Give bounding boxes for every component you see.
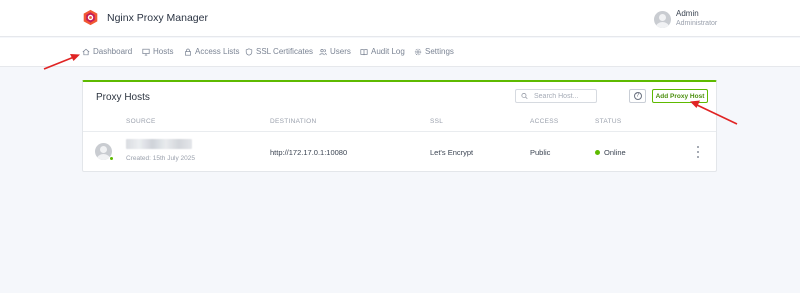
nginx-proxy-manager-logo-icon [83, 9, 98, 26]
nav-label: SSL Certificates [256, 47, 314, 56]
table-divider [83, 131, 716, 132]
nav-label: Audit Log [371, 47, 405, 56]
brand[interactable]: Nginx Proxy Manager [82, 9, 208, 26]
proxy-hosts-card: Proxy Hosts ? Add Proxy Host SOURCE DEST… [82, 80, 717, 172]
access-cell: Public [530, 148, 551, 157]
nav-access-lists[interactable]: Access Lists [184, 47, 239, 56]
user-role: Administrator [676, 20, 718, 27]
nav-ssl-certificates[interactable]: SSL Certificates [245, 47, 313, 56]
help-icon: ? [633, 92, 642, 100]
nav-bar: Dashboard Hosts Access Lists SSL Certifi… [0, 38, 800, 67]
nav-label: Settings [425, 47, 454, 56]
gear-icon [414, 48, 422, 55]
book-open-icon [360, 48, 368, 55]
shield-icon [245, 47, 253, 56]
column-header-access[interactable]: ACCESS [530, 118, 559, 125]
nav-hosts[interactable]: Hosts [142, 47, 173, 56]
column-header-source[interactable]: SOURCE [126, 118, 156, 125]
status-online-dot [595, 150, 600, 155]
nav-label: Access Lists [195, 47, 240, 56]
nav-settings[interactable]: Settings [414, 47, 454, 56]
card-title: Proxy Hosts [96, 92, 150, 103]
help-button[interactable]: ? [629, 89, 646, 103]
nav-label: Users [330, 47, 351, 56]
user-avatar-icon [654, 10, 671, 28]
column-header-status[interactable]: STATUS [595, 118, 621, 125]
column-header-destination[interactable]: DESTINATION [270, 118, 317, 125]
add-proxy-host-button[interactable]: Add Proxy Host [652, 89, 708, 103]
user-text: Admin Administrator [676, 9, 717, 29]
nav-label: Hosts [153, 47, 174, 56]
column-header-ssl[interactable]: SSL [430, 118, 443, 125]
home-icon [82, 48, 90, 55]
search-icon [521, 92, 528, 100]
monitor-icon [142, 48, 150, 56]
top-bar: Nginx Proxy Manager Admin Administrator [0, 0, 800, 37]
brand-name: Nginx Proxy Manager [107, 11, 208, 24]
nav-dashboard[interactable]: Dashboard [82, 47, 132, 56]
ssl-cell: Let's Encrypt [430, 148, 474, 157]
source-domain-redacted[interactable] [126, 139, 192, 149]
nav-users[interactable]: Users [319, 47, 351, 56]
destination-cell: http://172.17.0.1:10080 [270, 148, 348, 157]
search-box[interactable] [515, 89, 597, 103]
host-online-indicator [109, 156, 114, 161]
lock-icon [185, 48, 191, 56]
user-name: Admin [676, 9, 699, 18]
created-date: Created: 15th July 2025 [126, 155, 196, 162]
row-actions-menu-icon[interactable] [695, 146, 701, 158]
user-menu[interactable]: Admin Administrator [654, 9, 717, 29]
nav-label: Dashboard [93, 47, 133, 56]
search-input[interactable] [534, 92, 596, 100]
status-cell: Online [604, 148, 626, 157]
nav-audit-log[interactable]: Audit Log [360, 47, 405, 56]
users-icon [319, 48, 327, 55]
